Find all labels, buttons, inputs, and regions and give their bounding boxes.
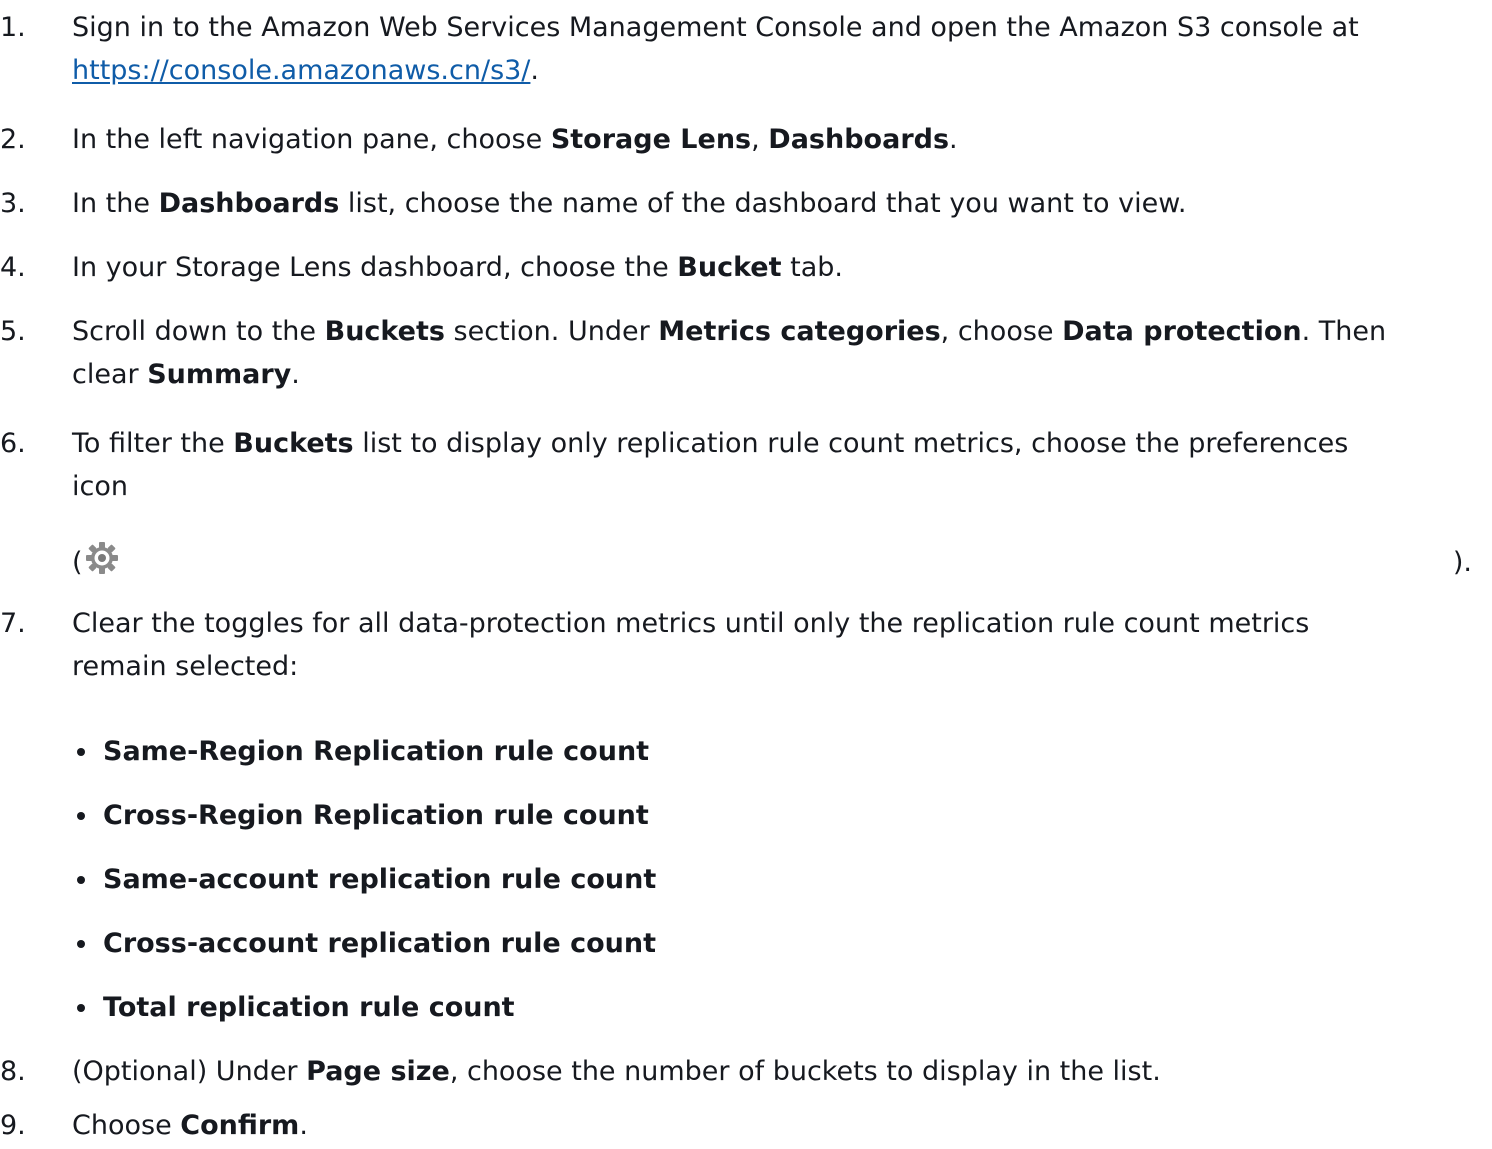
ui-term: Storage Lens (550, 124, 752, 155)
bullet-dot (77, 1004, 85, 1012)
ui-term: Dashboards (768, 124, 950, 155)
close-paren: ). (1452, 547, 1472, 578)
step-number: 3. (0, 188, 26, 219)
ui-term: Bucket (677, 252, 782, 283)
metric-name: Cross-Region Replication rule count (103, 800, 649, 831)
step-text: Choose Confirm. (72, 1104, 1492, 1147)
text-run: In your Storage Lens dashboard, choose t… (72, 252, 678, 283)
bullet-dot (77, 748, 85, 756)
metric-name: Same-Region Replication rule count (103, 736, 650, 767)
ui-term: Summary (147, 359, 292, 390)
step-number: 8. (0, 1056, 26, 1087)
procedure-page: 1. Sign in to the Amazon Web Services Ma… (0, 0, 1492, 1149)
step-number: 2. (0, 124, 26, 155)
step-number: 1. (0, 12, 26, 43)
text-run: list to display only replication rule co… (353, 428, 1349, 459)
text-run: section. Under (444, 316, 659, 347)
text-run: icon (72, 471, 128, 502)
bullet-dot (77, 940, 85, 948)
text-run: clear (72, 359, 148, 390)
s3-console-link[interactable]: https://console.amazonaws.cn/s3/ (72, 55, 530, 86)
step-number: 7. (0, 608, 26, 639)
icon-line: ( ). (72, 541, 1492, 584)
ui-term: Confirm (180, 1110, 300, 1141)
text-run: . Then (1301, 316, 1387, 347)
ui-term: Data protection (1062, 316, 1302, 347)
step-text: In the Dashboards list, choose the name … (72, 182, 1492, 225)
step-number: 6. (0, 428, 26, 459)
bullet-dot (77, 812, 85, 820)
ui-term: Buckets (324, 316, 445, 347)
text-run: , choose (940, 316, 1063, 347)
text-run: Scroll down to the (72, 316, 325, 347)
ui-term: Metrics categories (658, 316, 941, 347)
metric-name: Cross-account replication rule count (103, 928, 656, 959)
text-run: remain selected: (72, 651, 299, 682)
step-text: To filter the Buckets list to display on… (72, 422, 1492, 508)
step-number: 5. (0, 316, 26, 347)
step-1-period: . (530, 55, 540, 86)
bullet-dot (77, 876, 85, 884)
text-run: Clear the toggles for all data-protectio… (72, 608, 1310, 639)
step-text: In the left navigation pane, choose Stor… (72, 118, 1492, 161)
step-text: Sign in to the Amazon Web Services Manag… (72, 6, 1492, 92)
text-run: In the (72, 188, 159, 219)
step-text: Clear the toggles for all data-protectio… (72, 602, 1492, 688)
open-paren: ( (72, 547, 83, 578)
text-run: To filter the (72, 428, 234, 459)
ui-term: Buckets (233, 428, 354, 459)
text-run: list, choose the name of the dashboard t… (339, 188, 1187, 219)
text-run: . (291, 359, 300, 390)
text-run: . (299, 1110, 308, 1141)
text-run: In the left navigation pane, choose (72, 124, 551, 155)
text-run: , choose the number of buckets to displa… (449, 1056, 1161, 1087)
ui-term: Dashboards (158, 188, 340, 219)
text-run: Choose (72, 1110, 181, 1141)
gear-icon (85, 541, 119, 588)
ui-term: Page size (306, 1056, 450, 1087)
text-run: . (949, 124, 958, 155)
text-run: , (751, 124, 769, 155)
metric-name: Total replication rule count (103, 992, 515, 1023)
metric-name: Same-account replication rule count (103, 864, 657, 895)
text-run: tab. (781, 252, 843, 283)
step-number: 9. (0, 1110, 26, 1141)
step-text: In your Storage Lens dashboard, choose t… (72, 246, 1492, 289)
step-1-intro: Sign in to the Amazon Web Services Manag… (72, 12, 1359, 43)
step-text: Scroll down to the Buckets section. Unde… (72, 310, 1492, 396)
step-number: 4. (0, 252, 26, 283)
text-run: (Optional) Under (72, 1056, 307, 1087)
step-text: (Optional) Under Page size, choose the n… (72, 1050, 1492, 1093)
